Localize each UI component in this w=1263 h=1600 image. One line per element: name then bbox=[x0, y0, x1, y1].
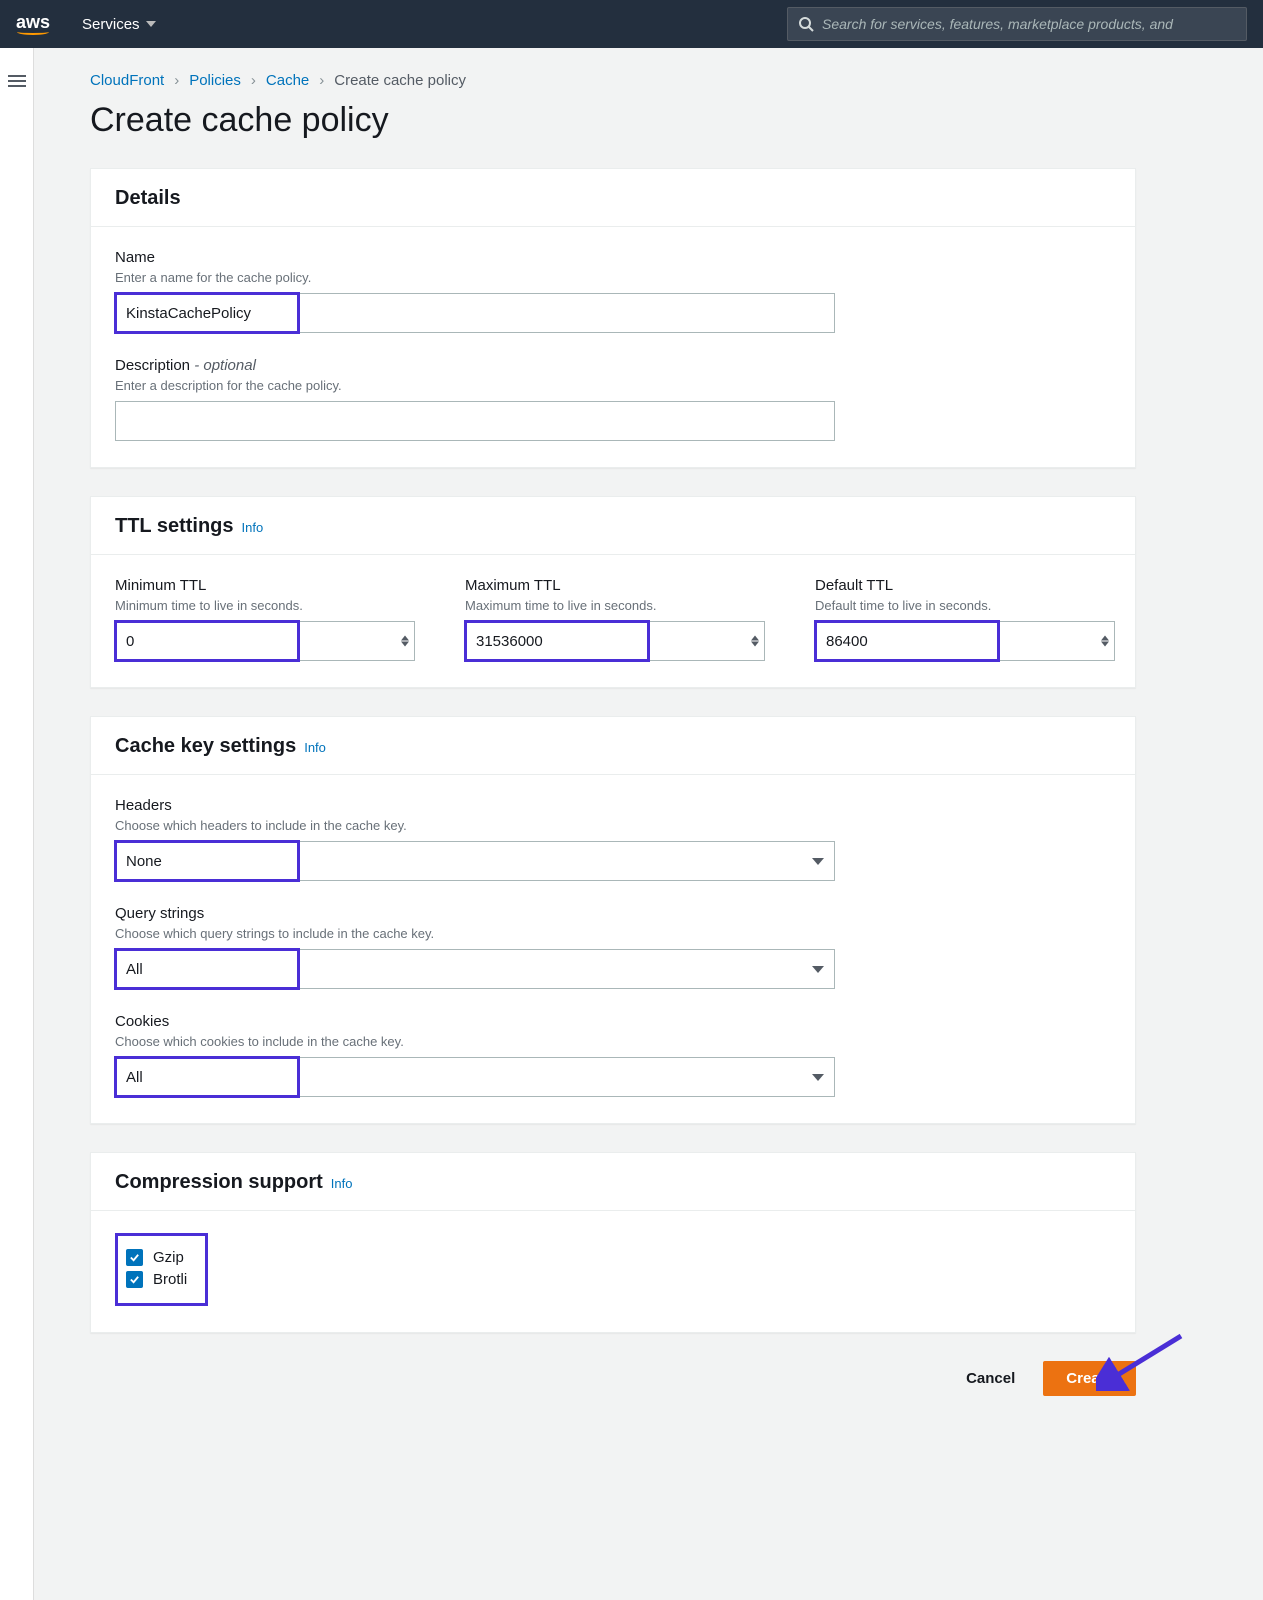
def-ttl-label: Default TTL bbox=[815, 577, 1115, 594]
querystrings-value: All bbox=[126, 961, 143, 978]
cookies-help: Choose which cookies to include in the c… bbox=[115, 1034, 1111, 1049]
max-ttl-help: Maximum time to live in seconds. bbox=[465, 598, 765, 613]
headers-help: Choose which headers to include in the c… bbox=[115, 818, 1111, 833]
def-ttl-stepper[interactable] bbox=[1101, 636, 1109, 647]
caret-down-icon bbox=[401, 642, 409, 647]
brotli-label: Brotli bbox=[153, 1271, 187, 1288]
chevron-down-icon bbox=[146, 21, 156, 27]
name-help: Enter a name for the cache policy. bbox=[115, 270, 1111, 285]
def-ttl-value: 86400 bbox=[826, 633, 868, 650]
create-button[interactable]: Create bbox=[1043, 1361, 1136, 1396]
chevron-down-icon bbox=[812, 1074, 824, 1081]
brotli-row: Brotli bbox=[126, 1271, 187, 1288]
ttl-title: TTL settings bbox=[115, 515, 234, 538]
compression-info-link[interactable]: Info bbox=[331, 1176, 353, 1191]
brotli-checkbox[interactable] bbox=[126, 1271, 143, 1288]
details-title: Details bbox=[115, 187, 181, 210]
caret-down-icon bbox=[1101, 642, 1109, 647]
description-input[interactable] bbox=[115, 401, 835, 441]
aws-logo[interactable]: aws bbox=[16, 13, 50, 35]
gzip-label: Gzip bbox=[153, 1249, 184, 1266]
querystrings-select[interactable]: All bbox=[115, 949, 835, 989]
name-input[interactable]: KinstaCachePolicy bbox=[115, 293, 835, 333]
cookies-select[interactable]: All bbox=[115, 1057, 835, 1097]
cachekey-info-link[interactable]: Info bbox=[304, 740, 326, 755]
cookies-label: Cookies bbox=[115, 1013, 1111, 1030]
max-ttl-label: Maximum TTL bbox=[465, 577, 765, 594]
cachekey-panel: Cache key settings Info Headers Choose w… bbox=[90, 716, 1136, 1124]
compression-options-highlight: Gzip Brotli bbox=[115, 1233, 208, 1306]
sidebar-toggle-icon[interactable] bbox=[8, 72, 26, 1600]
breadcrumb-current: Create cache policy bbox=[334, 72, 466, 89]
services-label: Services bbox=[82, 16, 140, 33]
breadcrumb-cache[interactable]: Cache bbox=[266, 72, 309, 89]
cachekey-title: Cache key settings bbox=[115, 735, 296, 758]
global-search[interactable] bbox=[787, 7, 1247, 41]
ttl-panel: TTL settings Info Minimum TTL Minimum ti… bbox=[90, 496, 1136, 688]
description-help: Enter a description for the cache policy… bbox=[115, 378, 1111, 393]
chevron-down-icon bbox=[812, 858, 824, 865]
caret-up-icon bbox=[751, 636, 759, 641]
check-icon bbox=[129, 1274, 140, 1285]
compression-title: Compression support bbox=[115, 1171, 323, 1194]
sidebar-collapsed bbox=[0, 48, 34, 1600]
min-ttl-stepper[interactable] bbox=[401, 636, 409, 647]
max-ttl-input[interactable]: 31536000 bbox=[465, 621, 765, 661]
caret-up-icon bbox=[401, 636, 409, 641]
gzip-row: Gzip bbox=[126, 1249, 187, 1266]
min-ttl-value: 0 bbox=[126, 633, 134, 650]
search-input[interactable] bbox=[822, 16, 1236, 32]
description-label: Description - optional bbox=[115, 357, 1111, 374]
name-label: Name bbox=[115, 249, 1111, 266]
chevron-right-icon: › bbox=[251, 72, 256, 89]
headers-value: None bbox=[126, 853, 162, 870]
def-ttl-input[interactable]: 86400 bbox=[815, 621, 1115, 661]
querystrings-help: Choose which query strings to include in… bbox=[115, 926, 1111, 941]
min-ttl-label: Minimum TTL bbox=[115, 577, 415, 594]
top-nav: aws Services bbox=[0, 0, 1263, 48]
breadcrumb: CloudFront › Policies › Cache › Create c… bbox=[90, 72, 1136, 89]
name-value: KinstaCachePolicy bbox=[126, 305, 251, 322]
search-icon bbox=[798, 16, 814, 32]
compression-panel: Compression support Info Gzip Brotli bbox=[90, 1152, 1136, 1333]
gzip-checkbox[interactable] bbox=[126, 1249, 143, 1266]
querystrings-label: Query strings bbox=[115, 905, 1111, 922]
breadcrumb-policies[interactable]: Policies bbox=[189, 72, 241, 89]
caret-down-icon bbox=[751, 642, 759, 647]
services-menu[interactable]: Services bbox=[82, 16, 156, 33]
ttl-info-link[interactable]: Info bbox=[242, 520, 264, 535]
min-ttl-help: Minimum time to live in seconds. bbox=[115, 598, 415, 613]
cookies-value: All bbox=[126, 1069, 143, 1086]
check-icon bbox=[129, 1252, 140, 1263]
footer-actions: Cancel Create bbox=[90, 1361, 1136, 1396]
breadcrumb-cloudfront[interactable]: CloudFront bbox=[90, 72, 164, 89]
min-ttl-input[interactable]: 0 bbox=[115, 621, 415, 661]
chevron-right-icon: › bbox=[174, 72, 179, 89]
page-content: CloudFront › Policies › Cache › Create c… bbox=[34, 48, 1184, 1496]
details-panel: Details Name Enter a name for the cache … bbox=[90, 168, 1136, 468]
headers-label: Headers bbox=[115, 797, 1111, 814]
max-ttl-value: 31536000 bbox=[476, 633, 543, 650]
page-title: Create cache policy bbox=[90, 101, 1136, 140]
max-ttl-stepper[interactable] bbox=[751, 636, 759, 647]
def-ttl-help: Default time to live in seconds. bbox=[815, 598, 1115, 613]
chevron-down-icon bbox=[812, 966, 824, 973]
caret-up-icon bbox=[1101, 636, 1109, 641]
headers-select[interactable]: None bbox=[115, 841, 835, 881]
cancel-button[interactable]: Cancel bbox=[952, 1362, 1029, 1395]
chevron-right-icon: › bbox=[319, 72, 324, 89]
